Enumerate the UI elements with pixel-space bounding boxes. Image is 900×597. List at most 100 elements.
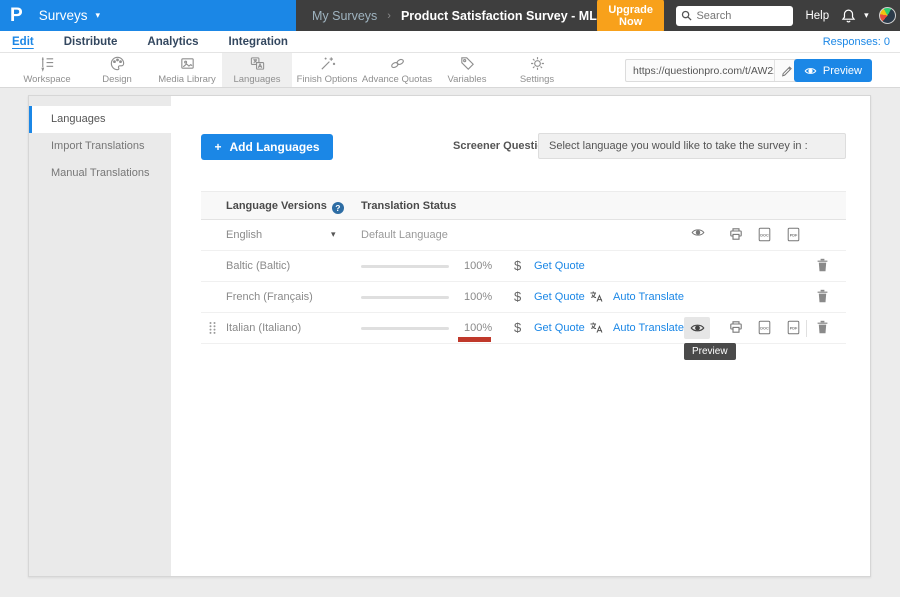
- toolbar-label: Design: [102, 74, 132, 85]
- table-row-baltic: Baltic (Baltic) 100% $ Get Quote: [201, 251, 846, 282]
- svg-text:DOC: DOC: [760, 233, 769, 237]
- toolbar-label: Settings: [520, 74, 554, 85]
- auto-translate-link[interactable]: Auto Translate: [613, 291, 684, 303]
- tab-analytics[interactable]: Analytics: [147, 36, 198, 48]
- get-quote-link[interactable]: Get Quote: [534, 291, 585, 303]
- add-languages-button[interactable]: + Add Languages: [201, 134, 333, 160]
- responses-count[interactable]: Responses: 0: [823, 36, 890, 48]
- printer-icon: [729, 227, 743, 241]
- design-icon: [109, 55, 126, 72]
- sidebar-item-languages[interactable]: Languages: [29, 106, 171, 133]
- delete-language-button[interactable]: [816, 258, 829, 272]
- trash-icon: [816, 258, 829, 272]
- preview-button[interactable]: Preview: [794, 59, 872, 82]
- eye-icon: [691, 227, 705, 238]
- surveys-menu[interactable]: Surveys: [39, 8, 88, 23]
- languages-panel: Languages Import Translations Manual Tra…: [28, 95, 871, 577]
- chevron-down-icon: ▾: [95, 10, 100, 21]
- avatar: [879, 7, 896, 24]
- language-name: English: [226, 229, 262, 241]
- doc-file-icon: DOC: [757, 320, 772, 335]
- account-menu[interactable]: ▾: [879, 7, 900, 24]
- column-translation-status: Translation Status: [361, 200, 456, 212]
- breadcrumb-my-surveys[interactable]: My Surveys: [312, 9, 377, 23]
- table-row-english: English ▾ Default Language DOC: [201, 220, 846, 251]
- toolbar-item-settings[interactable]: Settings: [502, 53, 572, 87]
- get-quote-link[interactable]: Get Quote: [534, 322, 585, 334]
- auto-translate-link[interactable]: Auto Translate: [613, 322, 684, 334]
- toolbar-label: Finish Options: [297, 74, 358, 85]
- screener-question-select[interactable]: Select language you would like to take t…: [538, 133, 846, 159]
- languages-content: +Add Languages Screener Question : Selec…: [171, 96, 870, 576]
- svg-text:PDF: PDF: [790, 326, 798, 330]
- doc-file-icon: DOC: [757, 227, 772, 242]
- add-languages-label: Add Languages: [230, 140, 320, 154]
- help-link[interactable]: Help: [805, 10, 829, 22]
- bell-icon: [841, 8, 856, 24]
- tab-edit[interactable]: Edit: [12, 36, 34, 48]
- translation-progress-bar: [361, 265, 449, 268]
- upgrade-now-button[interactable]: Upgrade Now: [597, 0, 665, 33]
- breadcrumb-separator-icon: ›: [387, 10, 391, 22]
- tab-distribute[interactable]: Distribute: [64, 36, 118, 48]
- svg-text:DOC: DOC: [760, 326, 769, 330]
- export-doc-button[interactable]: DOC: [757, 227, 772, 242]
- sidebar-item-manual-translations[interactable]: Manual Translations: [29, 160, 171, 187]
- language-name: Italian (Italiano): [226, 322, 301, 334]
- toolbar-label: Advance Quotas: [362, 74, 432, 85]
- delete-language-button[interactable]: [816, 320, 829, 334]
- export-doc-button[interactable]: DOC: [757, 320, 772, 335]
- advance-quotas-icon: [389, 55, 406, 72]
- language-dropdown-caret-icon[interactable]: ▾: [331, 229, 336, 240]
- column-language-versions: Language Versions?: [226, 200, 344, 214]
- printer-icon: [729, 320, 743, 334]
- chevron-down-icon: ▾: [864, 10, 869, 21]
- search-input[interactable]: [696, 10, 788, 22]
- trash-icon: [816, 289, 829, 303]
- translation-progress-percent: 100%: [464, 260, 492, 272]
- export-pdf-button[interactable]: PDF: [786, 227, 801, 242]
- survey-url-input[interactable]: [626, 65, 774, 77]
- notifications-bell[interactable]: ▾: [841, 8, 869, 24]
- preview-tooltip: Preview: [684, 343, 736, 360]
- red-annotation-underline: [458, 337, 491, 342]
- toolbar-label: Workspace: [23, 74, 70, 85]
- toolbar-item-finish-options[interactable]: Finish Options: [292, 53, 362, 87]
- topbar-right: Upgrade Now Help ▾ ▾: [597, 0, 900, 33]
- preview-language-button[interactable]: [684, 317, 710, 339]
- language-name: Baltic (Baltic): [226, 260, 290, 272]
- topbar: P Surveys ▾ My Surveys › Product Satisfa…: [0, 0, 900, 31]
- survey-url-box: [625, 59, 805, 82]
- delete-language-button[interactable]: [816, 289, 829, 303]
- auto-translate-icon: [589, 290, 604, 303]
- toolbar-item-advance-quotas[interactable]: Advance Quotas: [362, 53, 432, 87]
- tab-integration[interactable]: Integration: [229, 36, 288, 48]
- print-language-button[interactable]: [729, 227, 743, 241]
- dollar-icon: $: [514, 320, 521, 335]
- translation-progress-bar: [361, 327, 449, 330]
- toolbar-item-languages[interactable]: Languages: [222, 53, 292, 87]
- table-row-french: French (Français) 100% $ Get Quote Auto …: [201, 282, 846, 313]
- search-box[interactable]: [676, 6, 793, 26]
- page-title: Product Satisfaction Survey - ML: [401, 9, 597, 23]
- language-name: French (Français): [226, 291, 313, 303]
- drag-handle-icon[interactable]: [208, 321, 217, 335]
- toolbar-item-variables[interactable]: Variables: [432, 53, 502, 87]
- dollar-icon: $: [514, 289, 521, 304]
- translation-progress-percent: 100%: [464, 322, 492, 334]
- help-icon[interactable]: ?: [332, 202, 344, 214]
- language-versions-table: Language Versions? Translation Status En…: [201, 191, 846, 344]
- toolbar-item-media-library[interactable]: Media Library: [152, 53, 222, 87]
- dollar-icon: $: [514, 258, 521, 273]
- brand-area[interactable]: P Surveys ▾: [0, 0, 296, 31]
- toolbar-item-design[interactable]: Design: [82, 53, 152, 87]
- get-quote-link[interactable]: Get Quote: [534, 260, 585, 272]
- print-language-button[interactable]: [729, 320, 743, 334]
- plus-icon: +: [214, 140, 221, 154]
- toolbar-item-workspace[interactable]: Workspace: [12, 53, 82, 87]
- eye-icon: [804, 66, 817, 76]
- table-header: Language Versions? Translation Status: [201, 191, 846, 220]
- sidebar-item-import-translations[interactable]: Import Translations: [29, 133, 171, 160]
- export-pdf-button[interactable]: PDF: [786, 320, 801, 335]
- preview-language-button[interactable]: [691, 227, 705, 238]
